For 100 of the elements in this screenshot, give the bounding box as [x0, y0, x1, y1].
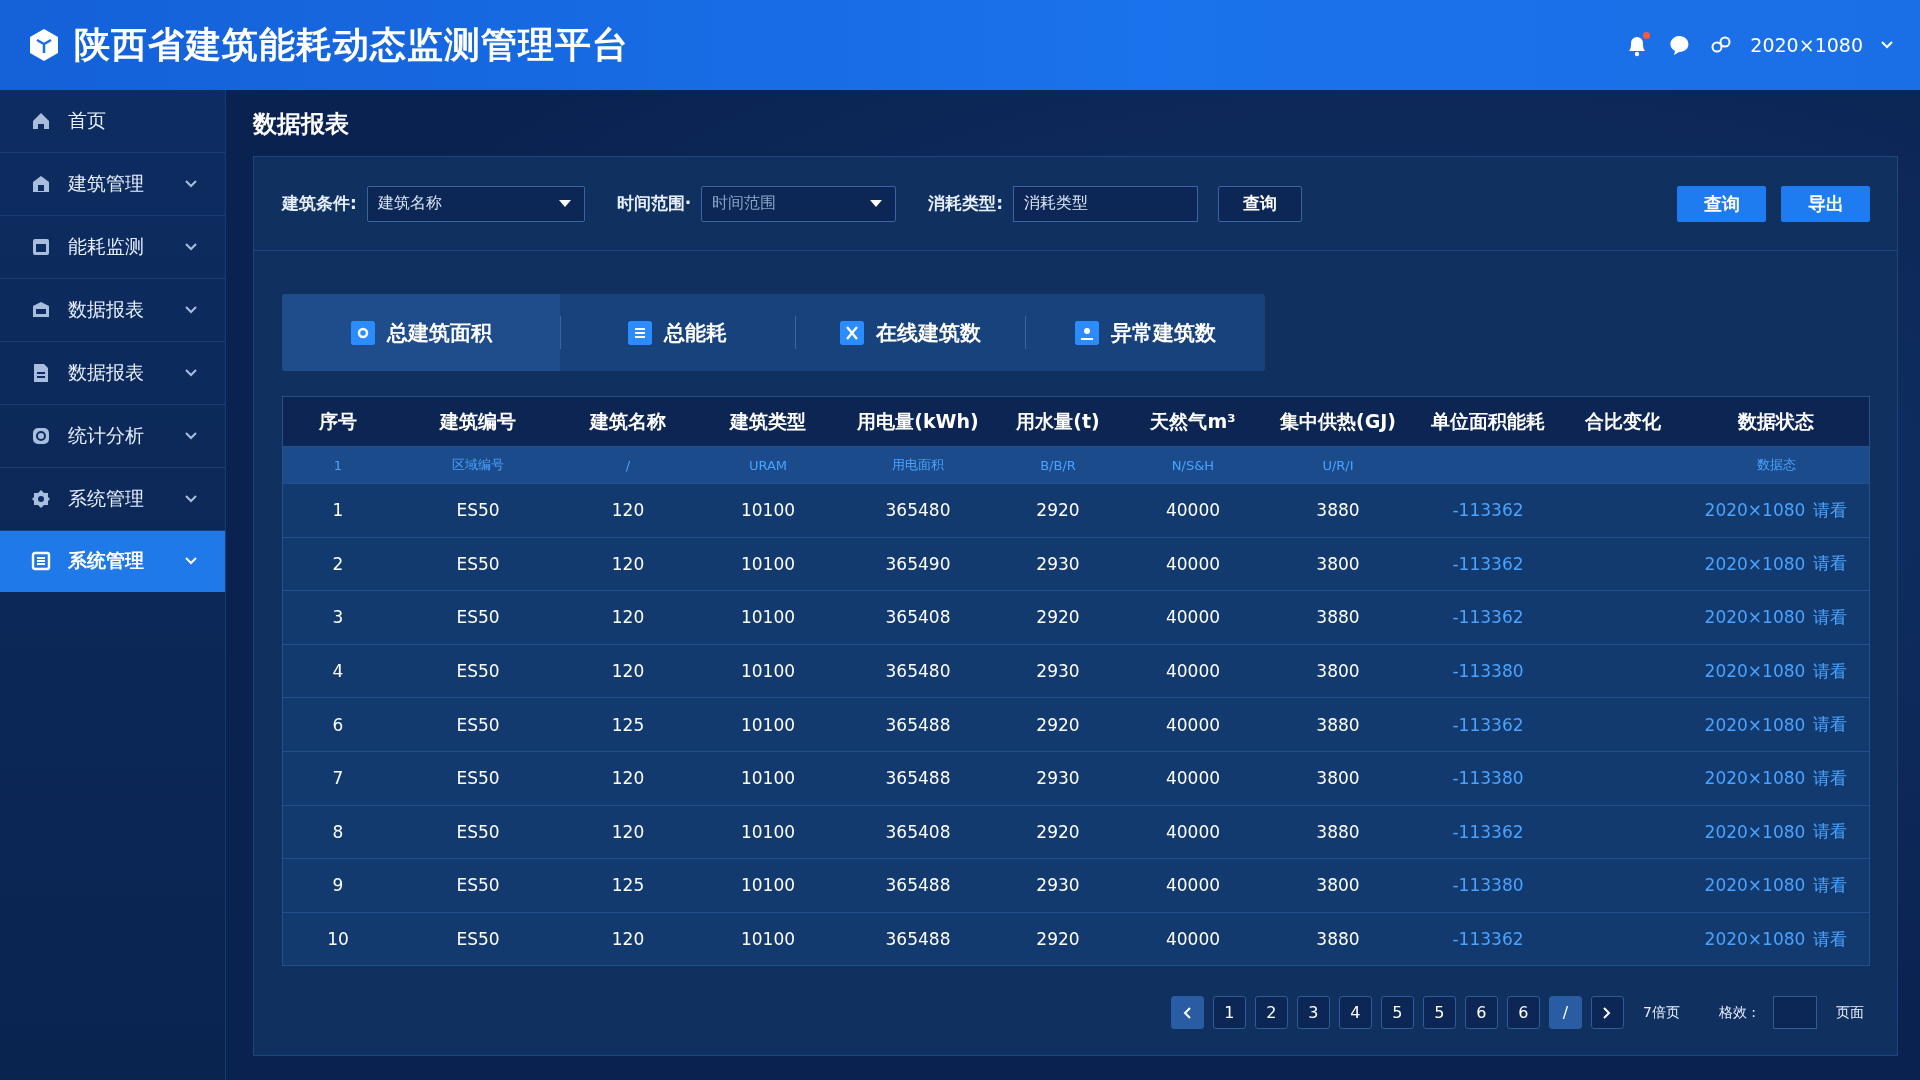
- table-cell-text: ES50: [455, 929, 501, 950]
- page-button[interactable]: 3: [1296, 996, 1330, 1030]
- table-cell-text: 40000: [1164, 714, 1222, 735]
- table-cell-text: -113362: [1451, 821, 1525, 842]
- table-cell-text: 2920: [1035, 929, 1081, 950]
- table-cell-text: 40000: [1164, 553, 1222, 574]
- status-cell: 2020×1080: [1704, 768, 1806, 789]
- home-icon: [30, 110, 52, 132]
- view-link[interactable]: 请看: [1813, 552, 1848, 576]
- subheader-cell-text: 1: [332, 457, 344, 473]
- lines-icon: [628, 320, 652, 345]
- caret-down-icon: [557, 199, 572, 208]
- view-link[interactable]: 请看: [1813, 713, 1848, 737]
- table-cell-text: 365488: [884, 714, 952, 735]
- page-button[interactable]: 6: [1506, 996, 1540, 1030]
- view-link[interactable]: 请看: [1813, 820, 1848, 844]
- stat-tab[interactable]: 在线建筑数: [795, 294, 1025, 371]
- table-cell-text: 2930: [1035, 768, 1081, 789]
- nav-item[interactable]: 数据报表: [0, 279, 225, 342]
- table-cell-text: 365488: [884, 929, 952, 950]
- status-cell: 2020×1080: [1704, 500, 1806, 521]
- view-link[interactable]: 请看: [1813, 606, 1848, 629]
- table-cell-text: 2920: [1035, 714, 1081, 735]
- table-cell-text: 120: [610, 929, 646, 950]
- column-header: 建筑名称: [588, 408, 667, 434]
- nav-item[interactable]: 建筑管理: [0, 153, 225, 216]
- dropdown-field[interactable]: 建筑名称: [366, 185, 585, 222]
- page-button[interactable]: 5: [1380, 996, 1414, 1030]
- table-cell-text: ES50: [455, 768, 501, 789]
- page-button[interactable]: 2: [1254, 996, 1288, 1030]
- nav-item[interactable]: 系统管理: [0, 531, 225, 592]
- table-cell-text: ES50: [455, 553, 501, 574]
- dropdown-button[interactable]: [1881, 41, 1893, 49]
- input-field[interactable]: 消耗类型: [1013, 185, 1199, 222]
- view-link[interactable]: 请看: [1813, 659, 1848, 683]
- table-cell-text: ES50: [455, 714, 501, 735]
- chart-badge-icon: [30, 425, 52, 447]
- stat-tab[interactable]: 总能耗: [560, 294, 795, 371]
- chevron-down-icon: [1881, 41, 1893, 49]
- table-cell-text: 40000: [1164, 875, 1222, 896]
- table-cell-text: 10100: [739, 768, 797, 789]
- column-header: 数据状态: [1737, 408, 1815, 434]
- nav-item[interactable]: 统计分析: [0, 405, 225, 468]
- cube-logo-icon: [28, 28, 60, 62]
- nav-item[interactable]: 数据报表: [0, 342, 225, 405]
- previous-page-button[interactable]: [1170, 996, 1204, 1030]
- calendar-icon: [30, 236, 52, 258]
- view-link[interactable]: 请看: [1813, 766, 1848, 790]
- page-button[interactable]: 4: [1338, 996, 1372, 1030]
- next-page-button[interactable]: [1590, 996, 1624, 1030]
- column-header: 建筑编号: [438, 408, 517, 434]
- page-button[interactable]: 5: [1422, 996, 1456, 1030]
- dropdown-field[interactable]: 时间范围: [701, 185, 897, 222]
- status-cell: 2020×1080: [1704, 661, 1806, 682]
- query-button[interactable]: 查询: [1218, 185, 1303, 222]
- subheader-cell-text: 数据态: [1755, 456, 1797, 474]
- action-button[interactable]: 查询: [1677, 185, 1766, 222]
- action-button[interactable]: 导出: [1781, 185, 1870, 222]
- table-cell-text: 365408: [884, 607, 952, 628]
- table-cell-text: 365408: [884, 821, 952, 842]
- page-button[interactable]: 6: [1464, 996, 1498, 1030]
- table-cell-text: 40000: [1164, 607, 1222, 628]
- table-cell-text: 40000: [1164, 929, 1222, 950]
- table-cell-text: 10100: [739, 500, 797, 521]
- stat-tab[interactable]: 异常建筑数: [1025, 294, 1265, 371]
- page-button[interactable]: 1: [1212, 996, 1246, 1030]
- nav-item[interactable]: 能耗监测: [0, 216, 225, 279]
- table-cell-text: 3880: [1315, 929, 1361, 950]
- table-cell-text: 3800: [1315, 661, 1361, 682]
- link-button[interactable]: [1710, 36, 1733, 54]
- view-link[interactable]: 请看: [1813, 498, 1848, 522]
- platform-title: 陕西省建筑能耗动态监测管理平台: [74, 22, 630, 67]
- table-cell-text: 8: [331, 821, 345, 842]
- table-cell-text: -113362: [1451, 929, 1525, 950]
- column-header: 用电量(kWh): [856, 408, 980, 434]
- table-cell-text: 10100: [739, 607, 797, 628]
- table-cell-text: ES50: [455, 821, 501, 842]
- view-link[interactable]: 请看: [1813, 873, 1848, 897]
- filter-label: 时间范围·: [616, 192, 692, 215]
- table-cell-text: 125: [610, 875, 646, 896]
- subheader-cell-text: URAM: [747, 457, 789, 473]
- table-cell-text: 3800: [1315, 768, 1361, 789]
- column-header: 序号: [318, 408, 358, 434]
- view-link[interactable]: 请看: [1813, 927, 1848, 951]
- stat-tab[interactable]: 总建筑面积: [282, 294, 560, 371]
- table-cell-text: 2920: [1035, 821, 1081, 842]
- status-cell: 2020×1080: [1704, 714, 1806, 735]
- page-input[interactable]: [1773, 996, 1817, 1030]
- total-pages-label: 7倍页: [1642, 1003, 1680, 1022]
- status-cell: 2020×1080: [1704, 929, 1806, 950]
- table-cell-text: 3800: [1315, 553, 1361, 574]
- nav-item[interactable]: 首页: [0, 90, 225, 153]
- table-cell-text: 4: [331, 661, 345, 682]
- filter-label: 消耗类型:: [928, 192, 1004, 215]
- table-cell-text: 40000: [1164, 821, 1222, 842]
- list-icon: [30, 550, 52, 572]
- page-button[interactable]: /: [1548, 996, 1582, 1030]
- table-cell-text: -113362: [1451, 553, 1525, 574]
- table-cell-text: 9: [331, 875, 345, 896]
- subheader-cell-text: /: [624, 457, 632, 473]
